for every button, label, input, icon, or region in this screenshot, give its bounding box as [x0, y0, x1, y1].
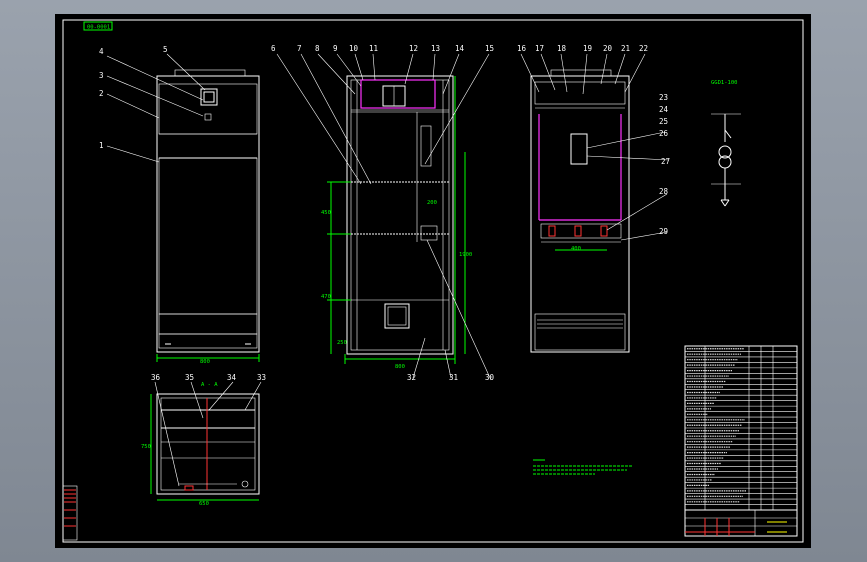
rear-transformer — [570, 133, 588, 165]
callout-33: 33 — [257, 373, 266, 382]
bracket-dim: 200 — [427, 200, 437, 206]
callout-30: 30 — [485, 373, 495, 382]
callout-20: 20 — [603, 44, 613, 53]
callout-31: 31 — [449, 373, 458, 382]
callout-21: 21 — [621, 44, 630, 53]
callout-27: 27 — [661, 157, 670, 166]
callout-35: 35 — [185, 373, 194, 382]
callout-8: 8 — [315, 44, 320, 53]
callout-11: 11 — [369, 44, 378, 53]
callout-10: 10 — [349, 44, 359, 53]
callout-28: 28 — [659, 187, 669, 196]
callout-24: 24 — [659, 105, 669, 114]
base-dim: 250 — [337, 340, 347, 346]
meter-window — [200, 88, 218, 106]
callout-5: 5 — [163, 45, 168, 54]
callout-32: 32 — [407, 373, 416, 382]
callout-29: 29 — [659, 227, 668, 236]
plan-view: 650 750 A - A — [141, 382, 260, 507]
callout-9: 9 — [333, 44, 338, 53]
section-label: A - A — [201, 382, 218, 388]
front-door — [158, 157, 258, 315]
callout-1: 1 — [99, 141, 104, 150]
shelf-upper-dim: 450 — [321, 210, 331, 216]
shelf-lower-dim: 470 — [321, 294, 331, 300]
technical-notes — [533, 459, 633, 475]
callout-18: 18 — [557, 44, 567, 53]
callout-22: 22 — [639, 44, 648, 53]
callout-4: 4 — [99, 47, 104, 56]
rear-span-dim: 400 — [571, 246, 581, 252]
front-view: 800 — [156, 69, 260, 365]
side-height-dim: 1900 — [459, 252, 472, 258]
plan-width-dim: 650 — [199, 501, 209, 507]
title-block — [684, 509, 798, 537]
plan-depth-dim: 750 — [141, 444, 151, 450]
callout-19: 19 — [583, 44, 592, 53]
callout-26: 26 — [659, 129, 669, 138]
front-width-dim: 800 — [200, 359, 210, 365]
cad-drawing: 00-0001 800 4 3 2 1 5 800 1900 450 470 2… — [62, 19, 804, 543]
plan-leaders — [154, 381, 262, 487]
callout-16: 16 — [517, 44, 527, 53]
callout-12: 12 — [409, 44, 418, 53]
single-line-schematic: GGD1-100 — [711, 80, 741, 207]
callout-25: 25 — [659, 117, 668, 126]
revision-strip — [62, 485, 78, 541]
callout-14: 14 — [455, 44, 465, 53]
callout-36: 36 — [151, 373, 161, 382]
side-width-dim: 800 — [395, 364, 405, 370]
callout-13: 13 — [431, 44, 440, 53]
callout-17: 17 — [535, 44, 544, 53]
section-leaders — [276, 53, 492, 381]
drawing-sheet: 00-0001 800 4 3 2 1 5 800 1900 450 470 2… — [55, 14, 811, 548]
section-view: 800 1900 450 470 250 200 — [321, 75, 472, 370]
rear-view: 400 — [530, 69, 630, 353]
callout-2: 2 — [99, 89, 104, 98]
parts-list-table — [684, 345, 798, 511]
callout-15: 15 — [485, 44, 494, 53]
cad-viewport[interactable]: 00-0001 800 4 3 2 1 5 800 1900 450 470 2… — [0, 0, 867, 562]
callout-3: 3 — [99, 71, 104, 80]
callout-34: 34 — [227, 373, 237, 382]
callout-7: 7 — [297, 44, 302, 53]
schematic-caption: GGD1-100 — [711, 80, 738, 86]
callout-23: 23 — [659, 93, 668, 102]
callout-6: 6 — [271, 44, 276, 53]
sheet-tag: 00-0001 — [87, 25, 110, 31]
